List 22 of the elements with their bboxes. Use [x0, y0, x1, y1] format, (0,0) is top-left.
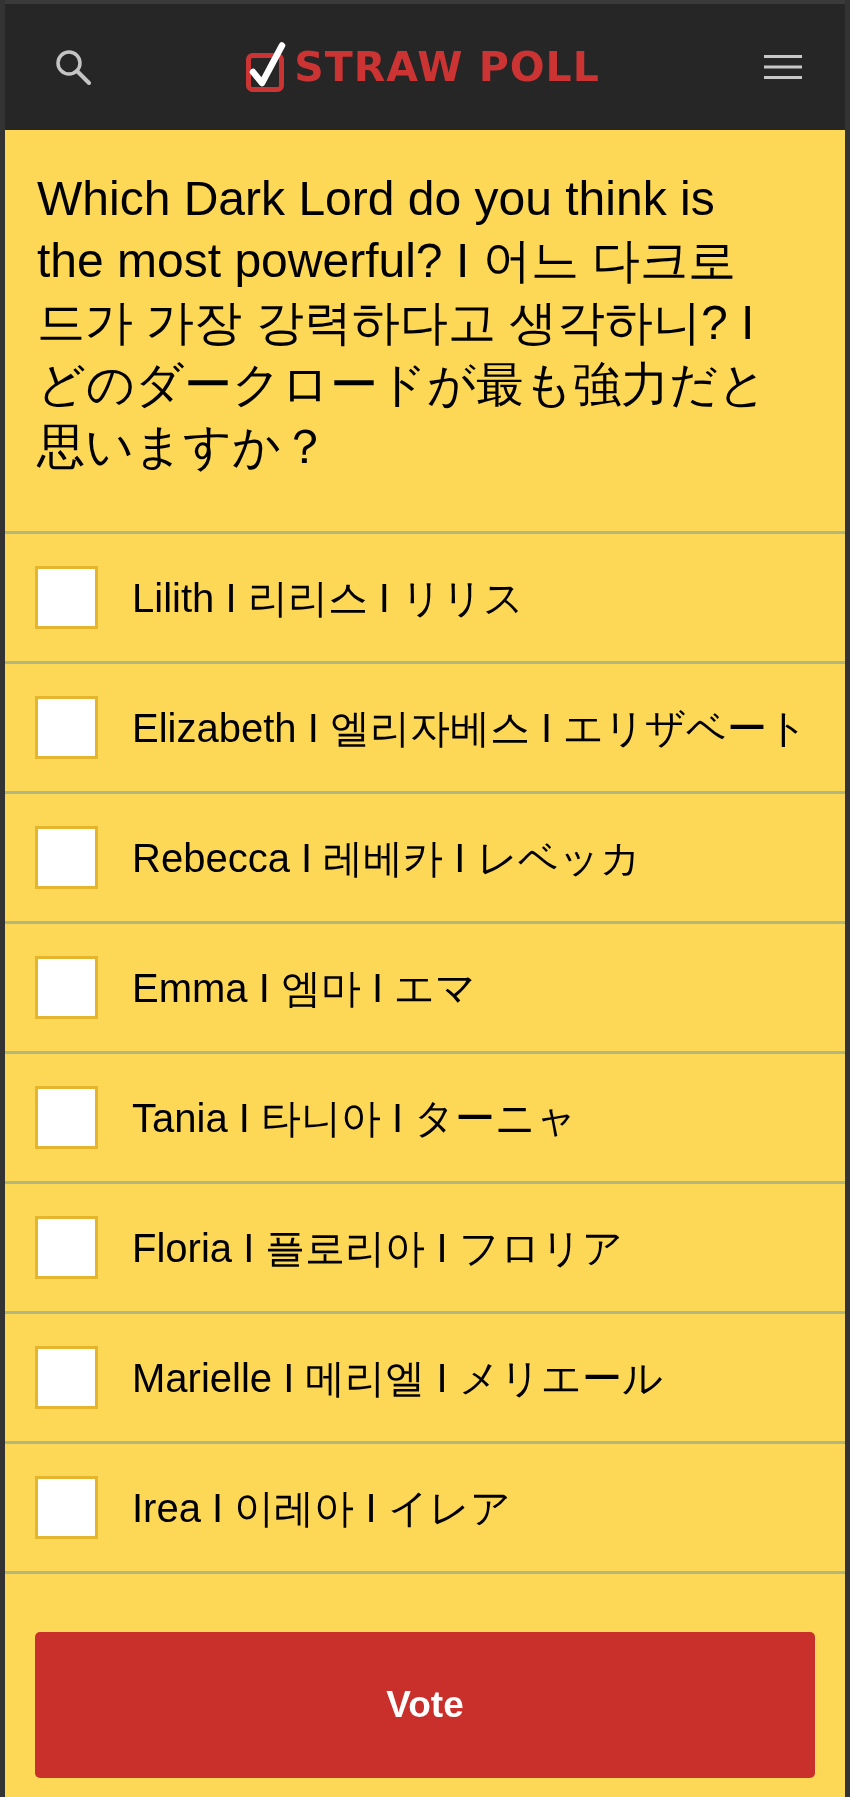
- option-label: Emma I 엠마 I エマ: [132, 964, 477, 1012]
- option-checkbox[interactable]: [35, 696, 98, 759]
- search-icon: [55, 49, 91, 85]
- option-checkbox[interactable]: [35, 956, 98, 1019]
- option-checkbox[interactable]: [35, 566, 98, 629]
- option-checkbox[interactable]: [35, 1086, 98, 1149]
- vote-button[interactable]: Vote: [35, 1632, 815, 1778]
- logo-text[interactable]: STRAW POLL: [294, 46, 600, 88]
- option-checkbox[interactable]: [35, 1216, 98, 1279]
- option-checkbox[interactable]: [35, 826, 98, 889]
- option-label: Floria I 플로리아 I フロリア: [132, 1224, 623, 1272]
- option-label: Irea I 이레아 I イレア: [132, 1484, 511, 1532]
- option-label: Lilith I 리리스 I リリス: [132, 574, 524, 622]
- option-label: Tania I 타니아 I ターニャ: [132, 1094, 578, 1142]
- option-label: Elizabeth I 엘리자베스 I エリザベート: [132, 704, 809, 752]
- option-checkbox[interactable]: [35, 1346, 98, 1409]
- poll-question: Which Dark Lord do you think is the most powerful? I 어느 다크로드가 가장 강력하다고 생각하니? I どのダークロードが最も強力だと思いますか？: [37, 171, 768, 475]
- option-checkbox[interactable]: [35, 1476, 98, 1539]
- menu-icon: [764, 55, 802, 79]
- option-label: Marielle I 메리엘 I メリエール: [132, 1354, 663, 1402]
- checkmark-box-icon: [246, 42, 287, 92]
- option-label: Rebecca I 레베카 I レベッカ: [132, 834, 641, 882]
